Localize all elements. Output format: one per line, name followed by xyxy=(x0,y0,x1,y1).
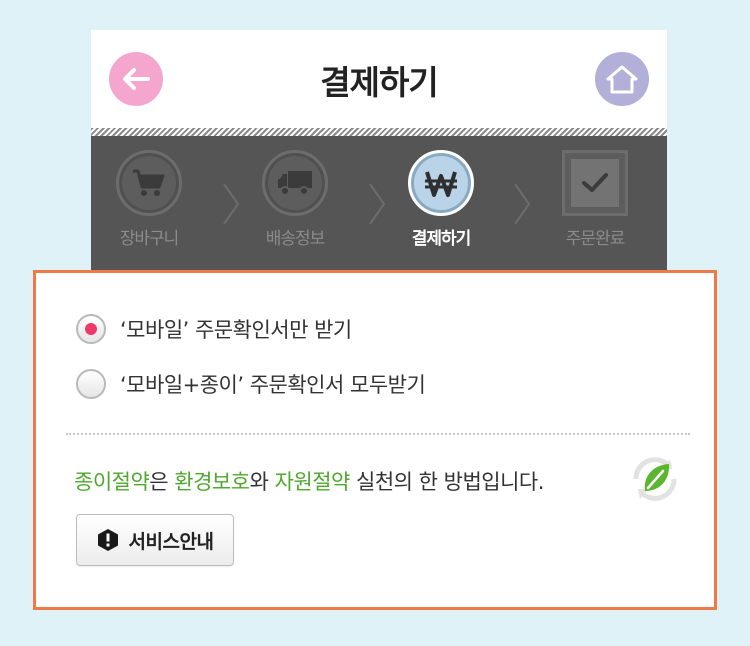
step-complete-inner xyxy=(571,159,619,207)
eco-leaf-icon xyxy=(633,457,677,501)
step-complete-badge xyxy=(562,150,628,216)
receipt-option-panel: ‘모바일’ 주문확인서만 받기 ‘모바일+종이’ 주문확인서 모두받기 종이절약… xyxy=(33,270,717,610)
eco-keyword: 자원절약 xyxy=(274,470,351,494)
page-title: 결제하기 xyxy=(320,63,438,102)
service-info-button[interactable]: 서비스안내 xyxy=(76,514,234,566)
chevron-right-icon xyxy=(223,183,240,225)
step-payment: 결제하기 xyxy=(386,150,496,249)
step-label: 주문완료 xyxy=(565,229,626,249)
eco-text: 와 xyxy=(249,470,275,494)
step-label: 배송정보 xyxy=(265,229,326,249)
eco-keyword: 환경보호 xyxy=(174,470,250,494)
step-cart-badge xyxy=(116,150,182,216)
check-icon xyxy=(582,173,608,192)
header-divider xyxy=(91,128,667,136)
eco-text: 은 xyxy=(149,470,175,494)
radio-mobile-and-paper[interactable] xyxy=(76,369,106,399)
checkout-screen: 결제하기 장바구니 배송정보 결제하기 주문완료 xyxy=(91,30,667,270)
step-label: 결제하기 xyxy=(411,229,472,249)
step-complete: 주문완료 xyxy=(540,150,650,249)
cart-icon xyxy=(133,169,165,196)
header: 결제하기 xyxy=(91,30,667,128)
radio-selected-dot xyxy=(85,323,97,335)
eco-text: 실천의 한 방법입니다. xyxy=(349,470,544,494)
step-payment-badge xyxy=(408,150,474,216)
chevron-right-icon xyxy=(514,183,531,225)
step-shipping-badge xyxy=(262,150,328,216)
option-label: ‘모바일’ 주문확인서만 받기 xyxy=(120,318,352,342)
home-button[interactable] xyxy=(595,52,649,106)
option-label: ‘모바일+종이’ 주문확인서 모두받기 xyxy=(120,373,426,397)
dotted-divider xyxy=(66,433,690,435)
service-info-label: 서비스안내 xyxy=(128,530,214,553)
radio-mobile-only[interactable] xyxy=(76,314,106,344)
step-shipping: 배송정보 xyxy=(240,150,350,249)
step-cart: 장바구니 xyxy=(94,150,204,249)
option-mobile-only[interactable]: ‘모바일’ 주문확인서만 받기 xyxy=(76,314,352,344)
home-icon xyxy=(606,65,638,94)
eco-keyword: 종이절약 xyxy=(74,470,150,494)
eco-message: 종이절약은 환경보호와 자원절약 실천의 한 방법입니다. xyxy=(74,466,544,496)
option-mobile-and-paper[interactable]: ‘모바일+종이’ 주문확인서 모두받기 xyxy=(76,369,426,399)
chevron-right-icon xyxy=(369,183,386,225)
order-progress-steps: 장바구니 배송정보 결제하기 주문완료 xyxy=(91,136,667,270)
step-label: 장바구니 xyxy=(119,229,180,249)
won-icon xyxy=(425,171,457,197)
truck-icon xyxy=(278,171,312,196)
alert-hexagon-icon xyxy=(97,529,118,551)
